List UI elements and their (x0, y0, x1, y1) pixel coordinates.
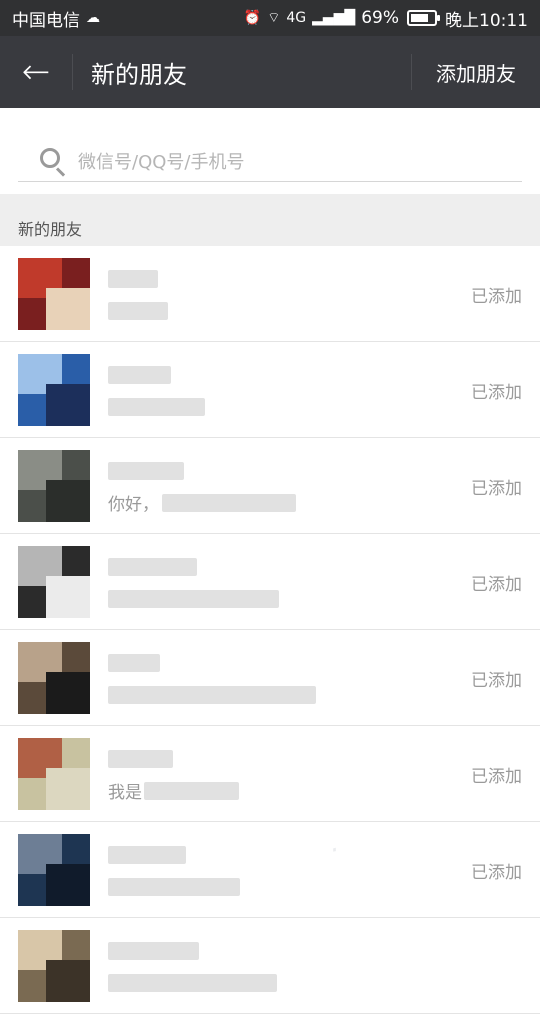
added-status: 已添加 (471, 575, 522, 595)
search-input[interactable]: 微信号/QQ号/手机号 (18, 140, 522, 182)
blurred-name (108, 270, 158, 288)
friend-request-row[interactable]: 已添加 (0, 630, 540, 726)
search-placeholder: 微信号/QQ号/手机号 (78, 151, 245, 173)
battery-icon (407, 10, 440, 26)
friend-request-row[interactable]: 已添加 (0, 246, 540, 342)
blurred-name (108, 366, 171, 384)
blurred-message (108, 686, 316, 704)
blurred-message (108, 590, 279, 608)
blurred-message (162, 494, 296, 512)
avatar (18, 258, 90, 330)
avatar (18, 546, 90, 618)
friend-request-list: 已添加 已添加 你好， 已添加 已添加 已添加 我是 已添加 已添加 (0, 246, 540, 1014)
cloud-icon: ☁ (86, 10, 100, 26)
blurred-name (108, 462, 184, 480)
back-arrow-icon[interactable]: ← (0, 36, 72, 108)
blurred-name (108, 846, 186, 864)
search-icon (18, 140, 66, 182)
blurred-name (108, 942, 199, 960)
add-friend-button[interactable]: 添加朋友 (412, 36, 540, 108)
carrier-label: 中国电信 (12, 10, 80, 31)
friend-request-row[interactable]: 你好， 已添加 (0, 438, 540, 534)
blurred-message (108, 302, 168, 320)
avatar (18, 930, 90, 1002)
avatar (18, 450, 90, 522)
alarm-icon: ⏰ (243, 10, 262, 26)
section-header: 新的朋友 (0, 194, 540, 246)
friend-request-row[interactable]: 已添加 (0, 822, 540, 918)
wifi-icon: ⌔ (267, 10, 281, 26)
page-title: 新的朋友 (91, 60, 187, 89)
added-status: 已添加 (471, 863, 522, 883)
avatar (18, 738, 90, 810)
title-bar: ← 新的朋友 添加朋友 (0, 36, 540, 108)
blurred-message (108, 398, 205, 416)
signal-type: 4G (286, 10, 307, 26)
added-status: 已添加 (471, 671, 522, 691)
added-status: 已添加 (471, 767, 522, 787)
clock: 晚上10:11 (445, 10, 528, 31)
avatar (18, 834, 90, 906)
added-status: 已添加 (471, 287, 522, 307)
search-area: 微信号/QQ号/手机号 (0, 120, 540, 194)
friend-request-row[interactable]: 我是 已添加 (0, 726, 540, 822)
blurred-name (108, 654, 160, 672)
friend-request-row[interactable] (0, 918, 540, 1014)
friend-request-row[interactable]: 已添加 (0, 342, 540, 438)
blurred-message (144, 782, 239, 800)
friend-request-row[interactable]: 已添加 (0, 534, 540, 630)
added-status: 已添加 (471, 383, 522, 403)
avatar (18, 642, 90, 714)
status-bar: 中国电信 ☁ ⏰ ⌔ 4G ▂▄▆█ 69% 晚上10:11 (0, 0, 540, 36)
battery-percent: 69% (361, 8, 399, 28)
blurred-message (108, 974, 277, 992)
friend-message: 你好， (108, 495, 159, 515)
blurred-message (108, 878, 240, 896)
signal-bars-icon: ▂▄▆█ (312, 10, 356, 26)
avatar (18, 354, 90, 426)
added-status: 已添加 (471, 479, 522, 499)
friend-message: 我是 (108, 783, 142, 803)
section-title: 新的朋友 (18, 220, 83, 239)
blurred-name (108, 750, 173, 768)
blurred-name (108, 558, 197, 576)
